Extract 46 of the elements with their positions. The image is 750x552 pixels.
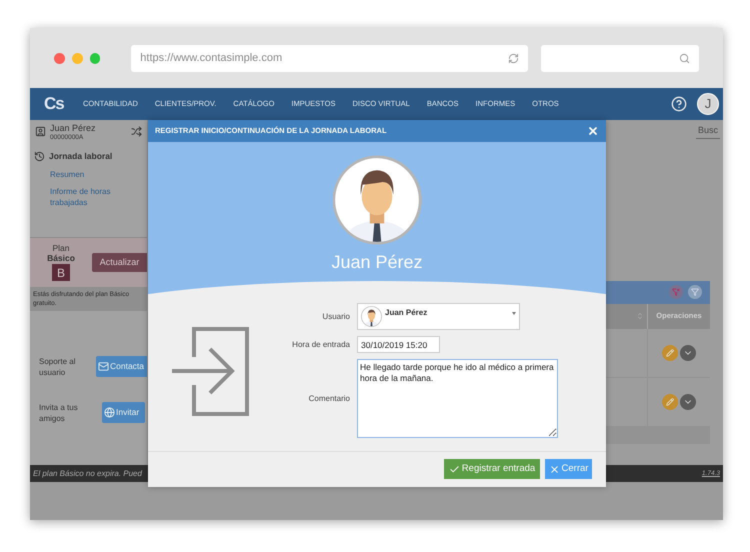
login-door-icon <box>170 324 250 416</box>
dropdown-caret-icon <box>512 312 516 315</box>
browser-search-field[interactable] <box>541 44 699 72</box>
dropdown-icon[interactable] <box>680 344 696 360</box>
section-title: Jornada laboral <box>49 150 112 163</box>
address-bar[interactable]: https://www.contasimple.com <box>131 44 528 72</box>
plan-name: Básico <box>47 253 75 264</box>
search-icon <box>679 52 690 64</box>
field-label: Comentario <box>308 392 350 404</box>
search-field[interactable]: Busc <box>696 124 720 138</box>
mail-icon <box>98 361 109 372</box>
user-avatar-silhouette <box>361 306 382 327</box>
close-icon <box>548 464 560 474</box>
edit-icon[interactable] <box>662 344 678 360</box>
clear-filter-icon[interactable] <box>669 285 683 299</box>
user-name: Juan Pérez <box>50 123 96 133</box>
plan-label: Plan <box>52 243 70 254</box>
profile-name: Juan Pérez <box>331 251 423 273</box>
check-icon <box>448 464 460 474</box>
help-icon[interactable] <box>671 96 687 112</box>
user-avatar[interactable]: J <box>697 93 719 115</box>
upgrade-button[interactable]: Actualizar <box>92 252 147 272</box>
edit-icon[interactable] <box>662 394 678 410</box>
entry-time-field[interactable]: 30/10/2019 15:20 <box>357 336 440 353</box>
dropdown-icon[interactable] <box>680 394 696 410</box>
field-label: Hora de entrada <box>291 338 350 350</box>
support-label: Soporte al usuario <box>39 356 76 378</box>
logo[interactable]: Cs <box>44 91 83 117</box>
close-icon[interactable] <box>587 125 599 137</box>
footer-notice: El plan Básico no expira. Pued <box>33 468 142 480</box>
reload-icon[interactable] <box>508 52 520 64</box>
sort-icon[interactable] <box>636 312 644 320</box>
register-entry-button[interactable]: Registrar entrada <box>444 459 540 479</box>
comment-field[interactable]: He llegado tarde porque he ido al médico a primera hora de la mañana. <box>357 359 558 438</box>
history-icon <box>34 150 45 162</box>
contact-button[interactable]: Contacta <box>96 356 147 378</box>
invite-button[interactable]: Invitar <box>102 402 145 424</box>
globe-icon <box>104 407 115 418</box>
user-select[interactable]: Juan Pérez <box>357 303 520 330</box>
contact-card-icon <box>35 126 46 137</box>
invite-label: Invita a tus amigos <box>39 402 79 424</box>
shuffle-icon[interactable] <box>131 126 142 137</box>
plan-badge: B <box>52 264 70 282</box>
field-label: Usuario <box>321 310 350 322</box>
filter-icon[interactable] <box>688 285 702 299</box>
url-text: https://www.contasimple.com <box>140 50 282 66</box>
